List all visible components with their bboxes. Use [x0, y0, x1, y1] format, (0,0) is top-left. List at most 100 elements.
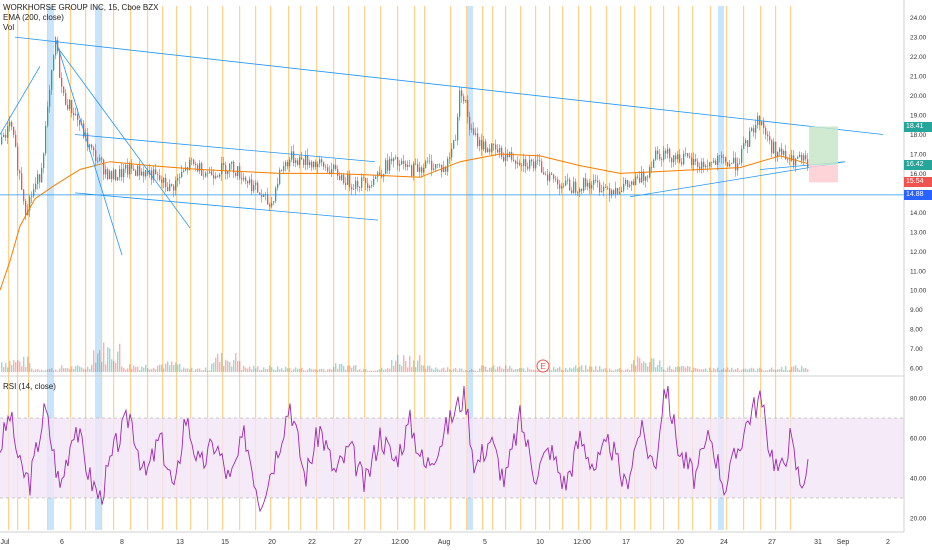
volume-bar [601, 369, 603, 372]
volume-bar [529, 369, 531, 372]
candle-body [799, 154, 801, 158]
candle-body [369, 186, 371, 188]
volume-bar [481, 365, 483, 372]
volume-bar [229, 362, 231, 372]
price-tick-label: 21.00 [910, 74, 927, 81]
volume-bar [659, 360, 661, 372]
volume-bar [575, 365, 577, 372]
volume-bar [317, 370, 319, 372]
volume-bar [331, 369, 333, 372]
volume-bar [443, 367, 445, 372]
volume-bar [221, 353, 223, 372]
candle-body [31, 196, 33, 197]
candle-body [367, 183, 369, 188]
candle-body [673, 155, 675, 163]
volume-bar [329, 368, 331, 372]
candle-body [713, 160, 715, 163]
candle-body [101, 157, 103, 160]
volume-bar [679, 366, 681, 372]
volume-bar [409, 355, 411, 372]
volume-bar [43, 370, 45, 372]
volume-bar [241, 369, 243, 372]
candle-body [475, 133, 477, 135]
candle-body [773, 141, 775, 154]
candle-body [577, 192, 579, 193]
candle-body [619, 191, 621, 194]
volume-bar [311, 369, 313, 372]
volume-bar [379, 369, 381, 372]
volume-bar [1, 362, 3, 372]
candle-body [407, 164, 409, 167]
candle-body [549, 173, 551, 181]
earnings-event-marker[interactable]: E [536, 359, 550, 373]
volume-bar [753, 368, 755, 372]
volume-bar [563, 370, 565, 372]
time-tick-label: Jul [1, 539, 10, 546]
volume-bar [185, 368, 187, 372]
volume-bar [351, 367, 353, 372]
time-tick-label: Aug [438, 539, 451, 546]
trendline [59, 50, 191, 229]
candle-body [485, 141, 487, 153]
trading-chart[interactable]: 24.00 23.00 22.00 21.00 20.00 19.00 18.00 17.00… [0, 0, 932, 550]
volume-bar [559, 366, 561, 372]
candle-body [687, 153, 689, 157]
volume-bar [789, 369, 791, 372]
candle-body [643, 171, 645, 181]
candle-body [411, 165, 413, 177]
candle-body [727, 162, 729, 167]
volume-bar [13, 360, 15, 372]
volume-bar [65, 368, 67, 372]
volume-bar [5, 362, 7, 372]
candle-body [345, 183, 347, 185]
volume-bar [249, 366, 251, 372]
volume-bar [479, 368, 481, 372]
volume-bar [281, 368, 283, 372]
volume-bar [675, 367, 677, 372]
candle-body [463, 96, 465, 102]
candle-body [45, 125, 47, 154]
volume-bar [669, 365, 671, 372]
candle-body [133, 168, 135, 171]
volume-bar [341, 363, 343, 372]
candle-body [41, 168, 43, 183]
volume-bar [509, 366, 511, 372]
candle-body [453, 140, 455, 149]
candle-body [225, 165, 227, 175]
candle-body [627, 180, 629, 187]
candle-body [771, 140, 773, 154]
candle-body [451, 148, 453, 158]
volume-bar [711, 370, 713, 372]
volume-bar [757, 368, 759, 372]
price-tick-label: 10.00 [910, 288, 927, 295]
volume-bar [27, 356, 29, 372]
candle-body [693, 159, 695, 165]
volume-bar [737, 367, 739, 372]
candle-body [535, 160, 537, 169]
volume-bar [55, 369, 57, 372]
candle-body [137, 165, 139, 176]
candle-body [303, 159, 305, 165]
candle-body [679, 154, 681, 163]
volume-bar [507, 368, 509, 372]
volume-bar [747, 369, 749, 372]
candle-body [277, 183, 279, 188]
candle-body [145, 170, 147, 177]
volume-bar [467, 370, 469, 372]
candle-body [733, 157, 735, 163]
volume-bar [699, 369, 701, 372]
candle-body [267, 194, 269, 205]
candle-body [473, 128, 475, 135]
volume-bar [117, 351, 119, 372]
candle-body [431, 160, 433, 170]
volume-bar [603, 368, 605, 372]
volume-bar [445, 370, 447, 372]
volume-bar [141, 366, 143, 372]
volume-bar [433, 369, 435, 372]
candle-body [739, 162, 741, 164]
candle-body [801, 154, 803, 161]
volume-bar [143, 367, 145, 372]
candle-body [595, 179, 597, 181]
candle-body [343, 175, 345, 184]
candle-body [35, 183, 37, 190]
